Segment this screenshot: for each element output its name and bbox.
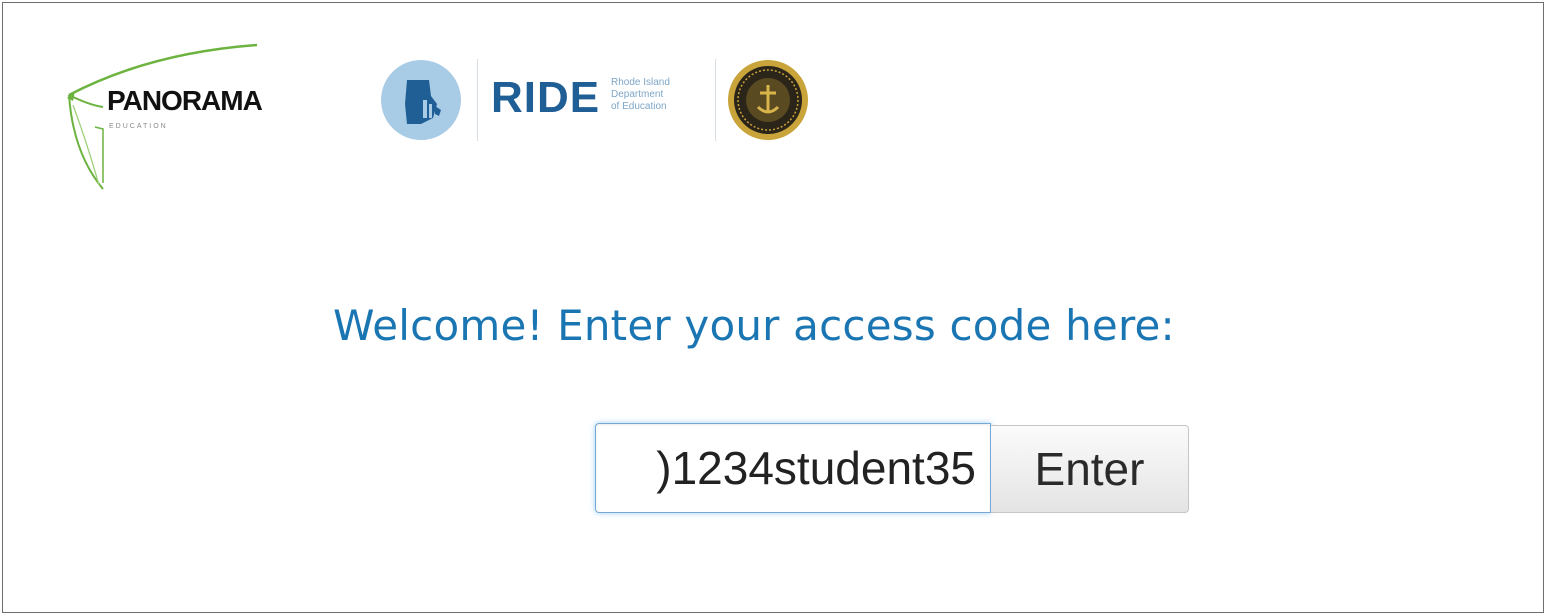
rhode-island-map-icon: [381, 60, 461, 140]
ride-subtitle-line: Department: [611, 89, 664, 100]
ride-wordmark: RIDE: [491, 73, 601, 122]
ride-subtitle-line: Rhode Island: [611, 77, 670, 88]
ride-subtitle: Rhode Island Department of Education: [611, 77, 711, 113]
panorama-wordmark: PANORAMA: [107, 85, 263, 116]
state-seal-icon: [728, 60, 808, 140]
panorama-swoosh-icon: [67, 43, 258, 190]
welcome-heading: Welcome! Enter your access code here:: [333, 301, 1175, 350]
access-code-input[interactable]: [595, 423, 991, 513]
page-frame: PANORAMA EDUCATION RIDE Rhode Island Dep…: [2, 2, 1544, 613]
panorama-education-logo: PANORAMA EDUCATION: [59, 43, 309, 193]
logo-divider: [715, 59, 716, 141]
header-logos: PANORAMA EDUCATION RIDE Rhode Island Dep…: [59, 43, 839, 193]
panorama-tagline: EDUCATION: [109, 123, 168, 130]
enter-button[interactable]: Enter: [991, 425, 1189, 513]
ride-subtitle-line: of Education: [611, 101, 667, 112]
logo-divider: [477, 59, 478, 141]
